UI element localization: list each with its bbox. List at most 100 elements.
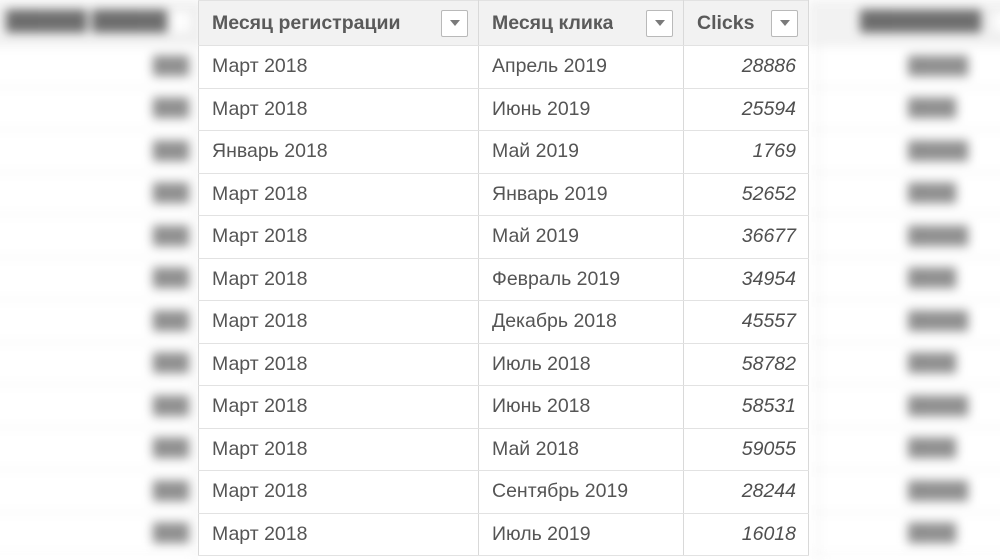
table-row[interactable]: Март 2018 Июль 2019 16018 (198, 513, 809, 556)
blurred-row: ███ (0, 45, 205, 88)
cell-reg_month[interactable]: Март 2018 (198, 45, 479, 89)
blurred-row: ███ (0, 87, 205, 130)
cell-click_month[interactable]: Сентябрь 2019 (478, 470, 684, 514)
table-body: Март 2018 Апрель 2019 28886 Март 2018 Июнь 2… (198, 45, 809, 556)
filter-button-reg-month[interactable] (441, 9, 468, 37)
filter-button-clicks[interactable] (771, 9, 798, 37)
cell-click_month[interactable]: Июнь 2019 (478, 88, 684, 131)
cell-reg_month[interactable]: Март 2018 (198, 385, 479, 429)
chevron-down-icon (779, 20, 790, 26)
cell-reg_month[interactable]: Март 2018 (198, 300, 479, 344)
column-header-click-month-label: Месяц клика (492, 11, 614, 34)
blurred-left-column: ██████ ██████ ███ ███ ███ ███ ███ ███ ███ ███ ██… (0, 0, 205, 560)
blurred-row: ███ (0, 385, 205, 428)
spreadsheet-screen: ██████ ██████ ███ ███ ███ ███ ███ ███ ███ ███ ██… (0, 0, 1000, 560)
blurred-row: ███ (0, 342, 205, 385)
table-row[interactable]: Март 2018 Февраль 2019 34954 (198, 258, 809, 301)
cell-reg_month[interactable]: Март 2018 (198, 258, 479, 301)
cell-clicks[interactable]: 16018 (683, 513, 809, 556)
cell-reg_month[interactable]: Март 2018 (198, 173, 479, 216)
blurred-left-header-label: ██████ ██████ (6, 11, 173, 32)
table-row[interactable]: Март 2018 Сентябрь 2019 28244 (198, 470, 809, 514)
cell-reg_month[interactable]: Март 2018 (198, 513, 479, 556)
blurred-row: █████ (808, 300, 1000, 343)
cell-clicks[interactable]: 28244 (683, 470, 809, 514)
blurred-row: █████ (808, 45, 1000, 88)
data-table: Месяц регистрации Месяц клика Clicks Мар… (198, 0, 809, 556)
table-row[interactable]: Март 2018 Январь 2019 52652 (198, 173, 809, 216)
cell-clicks[interactable]: 34954 (683, 258, 809, 301)
blurred-right-header-label: █████████ (860, 11, 982, 32)
blurred-row: ███ (0, 172, 205, 215)
cell-clicks[interactable]: 59055 (683, 428, 809, 471)
cell-click_month[interactable]: Январь 2019 (478, 173, 684, 216)
blurred-row: █████ (808, 470, 1000, 513)
cell-clicks[interactable]: 58531 (683, 385, 809, 429)
cell-clicks[interactable]: 25594 (683, 88, 809, 131)
column-header-click-month[interactable]: Месяц клика (478, 0, 684, 46)
table-header: Месяц регистрации Месяц клика Clicks (198, 0, 809, 46)
blurred-row: ███ (0, 257, 205, 300)
blurred-row: ████ (808, 87, 1000, 130)
blurred-row: ████ (808, 512, 1000, 555)
blurred-right-rows: █████ ████ █████ ████ █████ ████ █████ ████ ████… (808, 45, 1000, 555)
cell-click_month[interactable]: Февраль 2019 (478, 258, 684, 301)
blurred-row: ████ (808, 342, 1000, 385)
cell-clicks[interactable]: 45557 (683, 300, 809, 344)
table-row[interactable]: Март 2018 Июнь 2018 58531 (198, 385, 809, 429)
table-row[interactable]: Март 2018 Май 2018 59055 (198, 428, 809, 471)
cell-reg_month[interactable]: Март 2018 (198, 428, 479, 471)
blurred-row: ████ (808, 427, 1000, 470)
cell-reg_month[interactable]: Март 2018 (198, 88, 479, 131)
blurred-row: ███ (0, 512, 205, 555)
blurred-row: ███ (0, 130, 205, 173)
cell-reg_month[interactable]: Март 2018 (198, 343, 479, 386)
cell-clicks[interactable]: 28886 (683, 45, 809, 89)
table-row[interactable]: Март 2018 Июнь 2019 25594 (198, 88, 809, 131)
cell-click_month[interactable]: Июль 2018 (478, 343, 684, 386)
blurred-left-divider (196, 0, 197, 560)
cell-click_month[interactable]: Май 2019 (478, 215, 684, 259)
blurred-right-column: █████████ █████ ████ █████ ████ █████ ████ ███… (808, 0, 1000, 560)
table-row[interactable]: Март 2018 Декабрь 2018 45557 (198, 300, 809, 344)
table-row[interactable]: Январь 2018 Май 2019 1769 (198, 130, 809, 174)
blurred-right-filter-button (991, 9, 1000, 35)
blurred-row: █████ (808, 215, 1000, 258)
blurred-row: ████ (808, 172, 1000, 215)
chevron-down-icon (654, 20, 665, 26)
blurred-left-header: ██████ ██████ (0, 0, 205, 45)
table-row[interactable]: Март 2018 Май 2019 36677 (198, 215, 809, 259)
blurred-left-rows: ███ ███ ███ ███ ███ ███ ███ ███ ███ ███ ███ ███ (0, 45, 205, 555)
cell-click_month[interactable]: Май 2019 (478, 130, 684, 174)
cell-click_month[interactable]: Май 2018 (478, 428, 684, 471)
table-row[interactable]: Март 2018 Июль 2018 58782 (198, 343, 809, 386)
blurred-row: ███ (0, 300, 205, 343)
cell-click_month[interactable]: Декабрь 2018 (478, 300, 684, 344)
blurred-row: ███ (0, 427, 205, 470)
cell-reg_month[interactable]: Март 2018 (198, 215, 479, 259)
blurred-row: ████ (808, 257, 1000, 300)
cell-reg_month[interactable]: Январь 2018 (198, 130, 479, 174)
cell-click_month[interactable]: Июнь 2018 (478, 385, 684, 429)
blurred-row: ███ (0, 470, 205, 513)
blurred-right-divider (818, 0, 819, 560)
cell-clicks[interactable]: 36677 (683, 215, 809, 259)
column-header-reg-month[interactable]: Месяц регистрации (198, 0, 479, 46)
column-header-clicks-label: Clicks (697, 11, 755, 34)
cell-reg_month[interactable]: Март 2018 (198, 470, 479, 514)
table-header-row: Месяц регистрации Месяц клика Clicks (198, 0, 809, 46)
blurred-row: ███ (0, 215, 205, 258)
cell-clicks[interactable]: 52652 (683, 173, 809, 216)
cell-clicks[interactable]: 1769 (683, 130, 809, 174)
blurred-row: █████ (808, 130, 1000, 173)
column-header-clicks[interactable]: Clicks (683, 0, 809, 46)
blurred-row: █████ (808, 385, 1000, 428)
blurred-left-filter-button (167, 9, 193, 35)
filter-button-click-month[interactable] (646, 9, 673, 37)
cell-click_month[interactable]: Апрель 2019 (478, 45, 684, 89)
column-header-reg-month-label: Месяц регистрации (212, 11, 401, 34)
chevron-down-icon (449, 20, 460, 26)
cell-clicks[interactable]: 58782 (683, 343, 809, 386)
table-row[interactable]: Март 2018 Апрель 2019 28886 (198, 45, 809, 89)
cell-click_month[interactable]: Июль 2019 (478, 513, 684, 556)
